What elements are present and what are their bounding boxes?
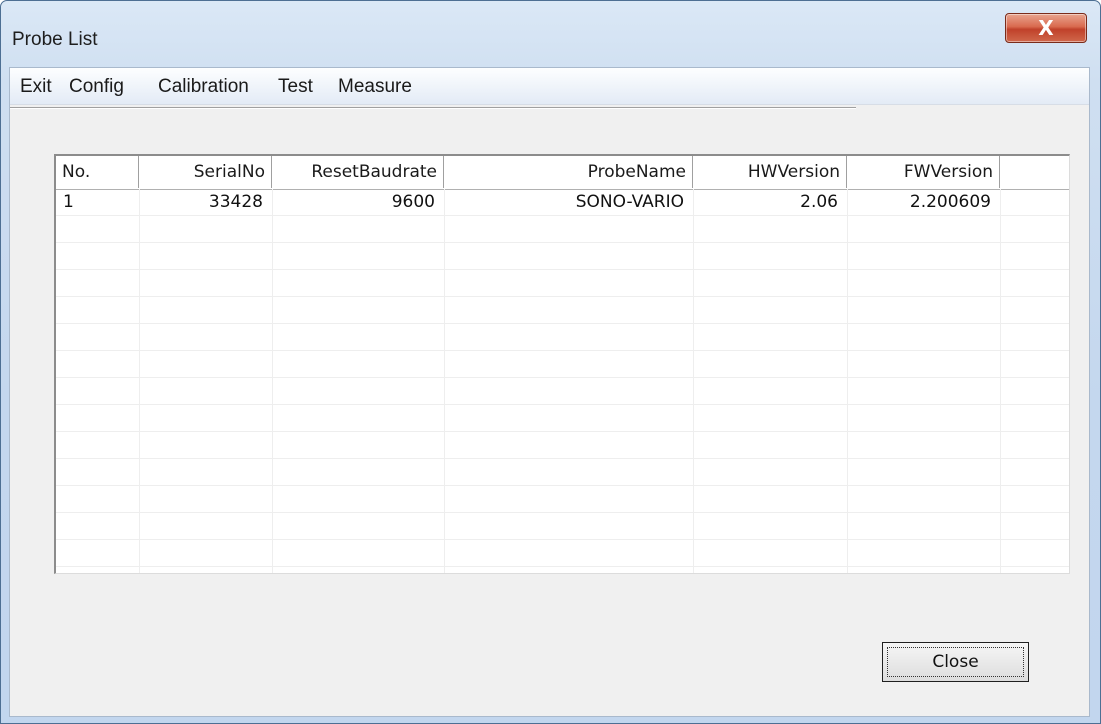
client-area: Exit Config Calibration Test Measure No.… (9, 67, 1090, 717)
grid-line (56, 566, 1069, 567)
grid-line (56, 296, 1069, 297)
grid-line (56, 377, 1069, 378)
list-body: 1 33428 9600 SONO-VARIO 2.06 2.200609 (56, 189, 1069, 573)
menu-bar: Exit Config Calibration Test Measure (10, 68, 1089, 105)
cell-fwversion[interactable]: 2.200609 (847, 190, 991, 214)
grid-line (56, 404, 1069, 405)
title-bar[interactable]: Probe List X (1, 1, 1100, 67)
grid-line (56, 215, 1069, 216)
grid-line (139, 189, 140, 573)
close-button[interactable]: Close (882, 642, 1029, 682)
grid-line (56, 242, 1069, 243)
grid-line (56, 485, 1069, 486)
grid-line (56, 512, 1069, 513)
menu-measure[interactable]: Measure (338, 76, 412, 98)
grid-line (272, 189, 273, 573)
window-title: Probe List (12, 29, 98, 50)
grid-line (56, 431, 1069, 432)
menu-test[interactable]: Test (278, 76, 313, 98)
close-icon[interactable]: X (1005, 13, 1087, 43)
grid-line (56, 539, 1069, 540)
probe-list-window: Probe List X Exit Config Calibration Tes… (0, 0, 1101, 724)
menu-exit[interactable]: Exit (20, 76, 52, 98)
probe-list-view[interactable]: No. SerialNo ResetBaudrate ProbeName HWV… (54, 154, 1070, 574)
cell-no[interactable]: 1 (63, 190, 74, 214)
cell-probename[interactable]: SONO-VARIO (444, 190, 684, 214)
cell-resetbaudrate[interactable]: 9600 (272, 190, 435, 214)
menu-calibration[interactable]: Calibration (158, 76, 249, 98)
grid-line (847, 189, 848, 573)
grid-line (693, 189, 694, 573)
menu-config[interactable]: Config (69, 76, 124, 98)
grid-line (1000, 189, 1001, 573)
close-button-label: Close (932, 652, 979, 672)
column-header-no[interactable]: No. (56, 156, 139, 188)
column-header-fwversion[interactable]: FWVersion (847, 156, 1000, 188)
grid-line (56, 458, 1069, 459)
grid-line (56, 350, 1069, 351)
menu-separator (10, 107, 856, 109)
column-header-serialno[interactable]: SerialNo (139, 156, 272, 188)
list-header: No. SerialNo ResetBaudrate ProbeName HWV… (56, 156, 1069, 190)
column-header-resetbaudrate[interactable]: ResetBaudrate (272, 156, 444, 188)
cell-hwversion[interactable]: 2.06 (693, 190, 838, 214)
cell-serialno[interactable]: 33428 (139, 190, 263, 214)
grid-line (56, 269, 1069, 270)
column-header-probename[interactable]: ProbeName (444, 156, 693, 188)
column-header-hwversion[interactable]: HWVersion (693, 156, 847, 188)
grid-line (444, 189, 445, 573)
grid-line (56, 323, 1069, 324)
